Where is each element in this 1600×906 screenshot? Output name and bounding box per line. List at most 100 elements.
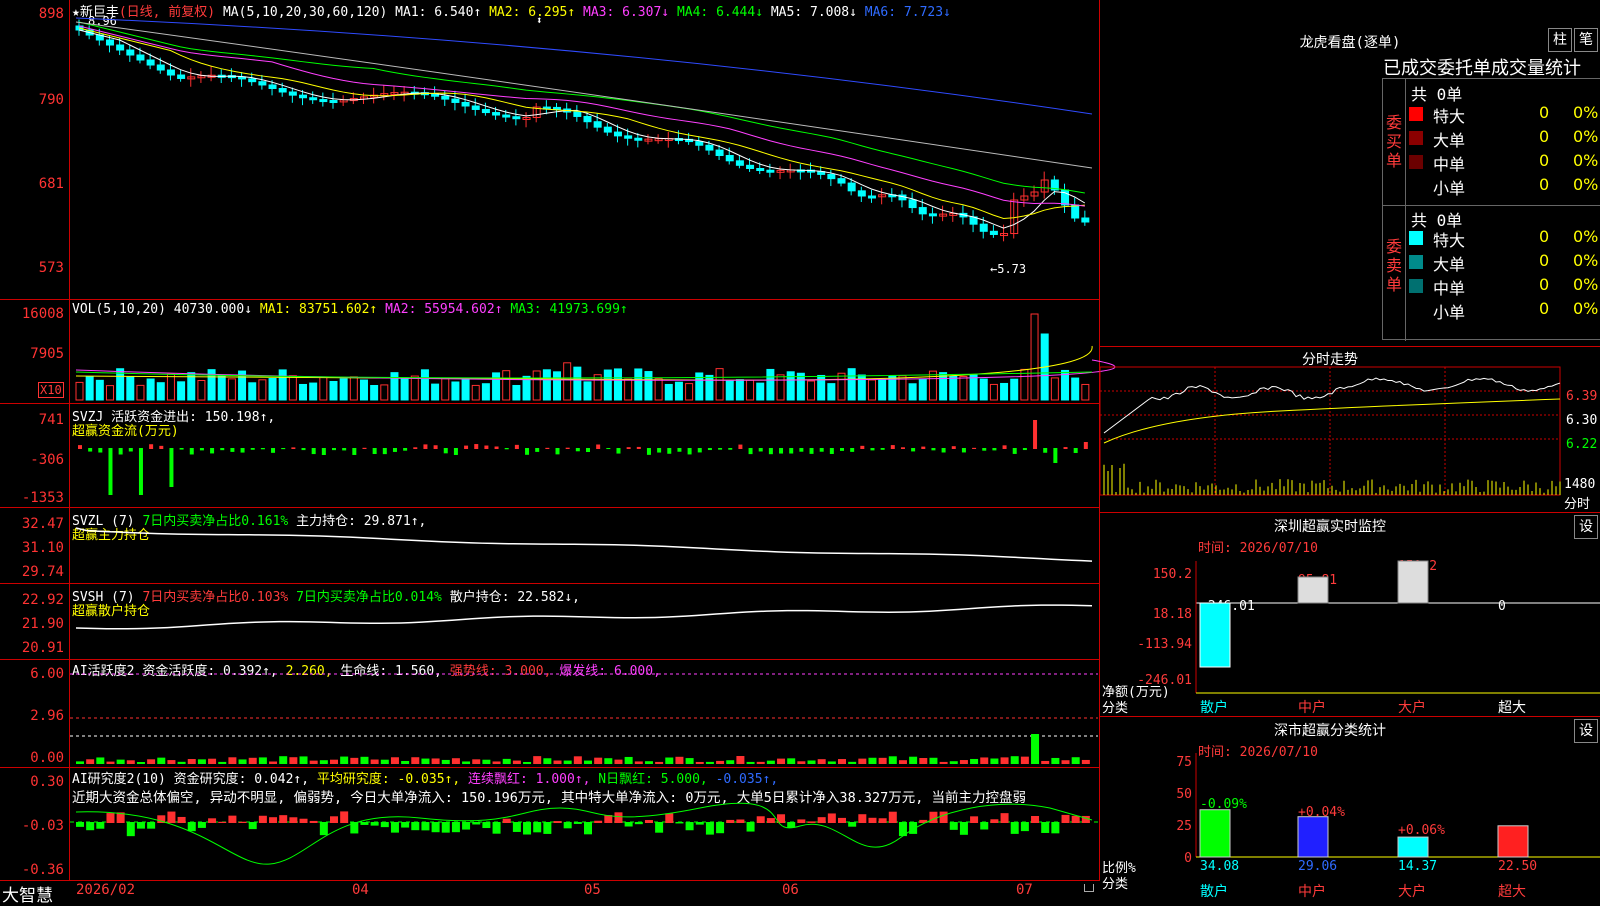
sell-label: 委卖单	[1386, 237, 1403, 294]
ai-research-bar	[614, 812, 623, 823]
ai-active-bar	[939, 761, 948, 764]
svzj-bar	[159, 445, 164, 449]
volume-bar	[705, 374, 714, 401]
volume-bar	[573, 366, 582, 401]
right-panel: 龙虎看盘(逐单) 柱 笔 已成交委托单成交量统计 委买单 委卖单 共 0单 共 …	[1099, 0, 1600, 901]
ai-research-bar	[411, 822, 420, 831]
price-panel[interactable]: 898 790 681 573 ★新巨丰(日线, 前复权) MA(5,10,20…	[0, 0, 1100, 300]
classification-panel[interactable]: 深市超赢分类统计 设 时间: 2026/07/10 75 50 25 0 比例%…	[1100, 716, 1600, 901]
ai-research-bar	[299, 818, 308, 823]
ai-research-bar	[716, 822, 725, 834]
ai-active-panel[interactable]: 6.00 2.96 0.00 AI活跃度2 资金活跃度: 0.392↑, 2.2…	[0, 660, 1100, 768]
ai-active-bar	[533, 756, 542, 764]
ai-active-bar	[523, 761, 532, 764]
volume-bar	[268, 377, 277, 401]
volume-bar	[979, 378, 988, 401]
svzj-bar	[596, 444, 601, 449]
ai-research-bar	[533, 822, 542, 833]
ai-active-bar	[848, 761, 857, 764]
intraday-chart	[1099, 366, 1561, 496]
ai-active-bar	[716, 760, 725, 764]
svzj-bar	[545, 447, 550, 449]
ai-research-bar	[807, 821, 816, 823]
ai-active-bar	[482, 759, 491, 764]
sz-monitor-panel[interactable]: 深圳超赢实时监控 设 时间: 2026/07/10 150.2 18.18 -1…	[1100, 512, 1600, 717]
candle-body	[136, 54, 145, 61]
ai-active-bar	[705, 761, 714, 764]
svsh-panel[interactable]: 22.92 21.90 20.91 SVSH (7) 7日内买卖净占比0.103…	[0, 584, 1100, 660]
ai-active-bar	[197, 759, 206, 764]
date-label: 05	[584, 882, 601, 898]
svzj-bar	[98, 448, 103, 453]
volume-bar	[227, 378, 236, 401]
bar-mode-button[interactable]: 柱	[1548, 28, 1572, 52]
svzj-bar	[1033, 420, 1038, 449]
volume-bar	[95, 379, 104, 401]
brand-logo[interactable]: 大智慧	[2, 881, 53, 906]
ai-research-bar	[187, 822, 196, 832]
svzj-bar	[504, 448, 509, 450]
volume-bar	[867, 379, 876, 401]
candle-body	[573, 111, 582, 117]
intraday-panel[interactable]: 分时走势 6.39 6.30 6.22 1480 分时	[1099, 346, 1600, 513]
svzj-bar	[169, 448, 174, 487]
ai-research-bar	[431, 822, 440, 833]
ai-research-bar	[746, 822, 755, 832]
ai-active-bar	[1061, 760, 1070, 764]
ai-research-bar	[289, 817, 298, 823]
ai-active-bar	[136, 761, 145, 764]
pen-mode-button[interactable]: 笔	[1574, 28, 1598, 52]
ai-research-bar	[787, 822, 796, 828]
volume-bars	[75, 313, 1116, 401]
volume-bar	[420, 369, 429, 401]
ai-active-bar	[695, 761, 704, 764]
svzj-bar	[382, 448, 387, 455]
candlestick-chart[interactable]: ⬍	[0, 0, 1100, 300]
date-label: 04	[352, 882, 369, 898]
candle-body	[258, 81, 267, 86]
svzj-bar	[535, 448, 540, 452]
volume-bar	[949, 376, 958, 401]
candle-body	[695, 141, 704, 146]
svzj-bar	[1073, 448, 1078, 453]
ai-active-bar	[959, 760, 968, 764]
ai-active-bar	[898, 760, 907, 764]
svzj-bar	[403, 448, 408, 451]
svzj-bar	[850, 448, 855, 452]
svzl-panel[interactable]: 32.47 31.10 29.74 SVZL (7) 7日内买卖净占比0.161…	[0, 508, 1100, 584]
svzj-bar	[1002, 445, 1007, 449]
svzj-panel[interactable]: 741 -306 -1353 SVZJ 活跃资金进出: 150.198↑, 超赢…	[0, 404, 1100, 508]
ai-research-bar	[86, 822, 95, 831]
ai-active-bar	[279, 756, 288, 764]
ai-research-bar	[756, 816, 765, 823]
volume-bar	[471, 384, 480, 401]
candle-body	[756, 167, 765, 171]
svzj-bar	[128, 448, 133, 452]
volume-bar	[146, 378, 155, 401]
ai-research-bar	[858, 814, 867, 823]
ai-research-panel[interactable]: 0.30 -0.03 -0.36 AI研究度2(10) 资金研究度: 0.042…	[0, 768, 1100, 880]
candle-body	[166, 69, 175, 76]
ai-research-bar	[370, 822, 379, 826]
candle-body	[908, 199, 917, 209]
svzj-bar	[697, 448, 702, 453]
volume-bar	[441, 378, 450, 401]
svzj-bar	[230, 448, 235, 452]
volume-bar	[644, 371, 653, 401]
svzj-bar	[911, 448, 916, 452]
ai-active-bar	[644, 761, 653, 764]
volume-panel[interactable]: 16008 7905 X10 VOL(5,10,20) 40730.000↓ M…	[0, 300, 1116, 404]
candle-body	[299, 94, 308, 99]
volume-bar	[349, 376, 358, 401]
svzj-bar	[768, 448, 773, 455]
ai-active-bar	[208, 758, 217, 764]
ai-active-bar	[370, 759, 379, 764]
ai-research-bar	[76, 822, 84, 827]
ai-research-bar	[1041, 822, 1050, 833]
svzj-bar	[890, 445, 895, 449]
volume-bar	[715, 368, 724, 401]
lock-icon[interactable]	[1084, 884, 1094, 892]
candle-body	[624, 135, 633, 139]
ai-active-bar	[970, 758, 979, 764]
candle-body	[725, 155, 734, 162]
